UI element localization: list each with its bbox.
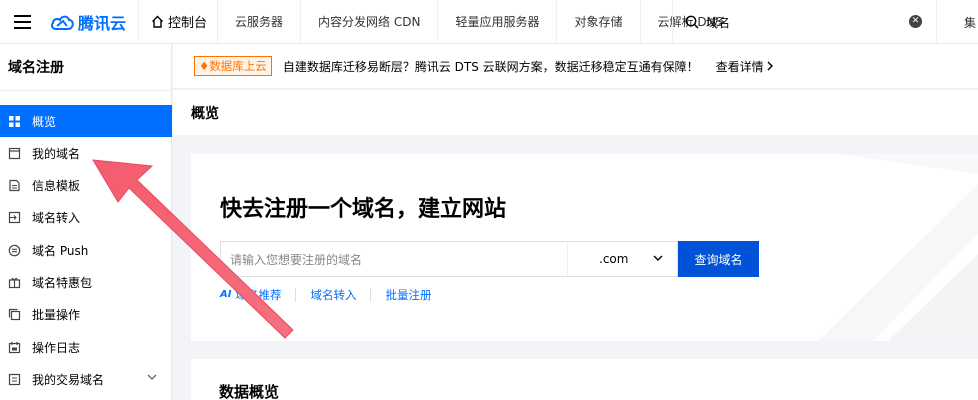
console-link[interactable]: 控制台 — [138, 0, 217, 44]
sidebar: 域名注册 概览 我的域名 信息模板 域名转入 域名 Push 域名特惠包 批量操… — [0, 44, 172, 400]
chevron-down-icon — [653, 255, 663, 261]
tld-value: .com — [599, 252, 629, 266]
sidebar-item-label: 我的交易域名 — [32, 372, 105, 387]
sidebar-title: 域名注册 — [0, 44, 171, 91]
sidebar-item-label: 我的域名 — [32, 146, 81, 161]
grid-icon — [9, 115, 20, 127]
link-label: 域名推荐 — [235, 288, 282, 302]
page-title: 概览 — [173, 90, 978, 135]
register-card: 快去注册一个域名，建立网站 请输入您想要注册的域名 .com 查询域名 AI 域… — [191, 154, 978, 341]
stats-card: 数据概览 — [191, 359, 978, 400]
sidebar-item-label: 域名特惠包 — [32, 275, 93, 290]
sidebar-item-label: 批量操作 — [32, 307, 81, 322]
transfer-icon — [8, 211, 21, 223]
search-icon — [685, 15, 699, 29]
clear-search-icon[interactable]: ✕ — [909, 15, 922, 28]
sidebar-item-label: 信息模板 — [32, 178, 81, 193]
domain-recommend-link[interactable]: AI 域名推荐 — [220, 288, 295, 302]
trade-icon — [8, 373, 21, 385]
card-decoration — [818, 154, 978, 341]
nav-item-cdn[interactable]: 内容分发网络 CDN — [300, 0, 437, 44]
cloud-logo-icon — [51, 15, 74, 30]
menu-icon[interactable] — [0, 0, 44, 44]
sidebar-item-label: 概览 — [32, 114, 57, 129]
ai-icon: AI — [220, 289, 232, 300]
batch-register-link[interactable]: 批量注册 — [370, 288, 445, 302]
chevron-down-icon[interactable] — [147, 374, 157, 381]
stats-title: 数据概览 — [219, 383, 280, 400]
domain-transfer-link[interactable]: 域名转入 — [295, 288, 370, 302]
search-input[interactable] — [706, 15, 896, 29]
sidebar-item-batch-operation[interactable]: 批量操作 — [0, 298, 172, 330]
sidebar-item-domain-push[interactable]: 域名 Push — [0, 234, 172, 266]
domain-search-input[interactable]: 请输入您想要注册的域名 — [220, 241, 567, 277]
window-icon — [8, 147, 21, 159]
sidebar-item-label: 操作日志 — [32, 340, 81, 355]
top-search: ✕ — [672, 0, 936, 44]
sidebar-item-operation-log[interactable]: 操作日志 — [0, 331, 172, 363]
gift-icon — [8, 277, 21, 288]
notice-details-link[interactable]: 查看详情 — [716, 58, 775, 75]
register-title: 快去注册一个域名，建立网站 — [220, 197, 507, 222]
calendar-icon — [8, 341, 21, 353]
notice-bar: ♦数据库上云 自建数据库迁移易断层？腾讯云 DTS 云联网方案，数据迁移稳定互通… — [173, 44, 978, 89]
top-navigation-bar: 腾讯云 控制台 云服务器 内容分发网络 CDN 轻量应用服务器 对象存储 云解析… — [0, 0, 978, 44]
fire-icon: ♦ — [199, 59, 210, 73]
sidebar-item-trade-domains[interactable]: 我的交易域名 — [0, 363, 172, 395]
nav-item-lighthouse[interactable]: 轻量应用服务器 — [437, 0, 556, 44]
sidebar-item-special-package[interactable]: 域名特惠包 — [0, 266, 172, 298]
notice-text: 自建数据库迁移易断层？腾讯云 DTS 云联网方案，数据迁移稳定互通有保障！ — [282, 59, 699, 74]
query-domain-button[interactable]: 查询域名 — [678, 241, 759, 277]
push-icon — [8, 244, 21, 256]
notice-tag: ♦数据库上云 — [194, 56, 272, 76]
sidebar-item-info-template[interactable]: 信息模板 — [0, 169, 172, 201]
tencent-cloud-logo[interactable]: 腾讯云 — [44, 0, 138, 44]
document-icon — [9, 179, 20, 191]
nav-item-cos[interactable]: 对象存储 — [556, 0, 639, 44]
sidebar-item-my-domains[interactable]: 我的域名 — [0, 137, 172, 169]
copy-icon — [8, 308, 21, 320]
home-icon — [152, 15, 164, 28]
top-right-item[interactable]: 集 — [936, 0, 976, 44]
logo-text: 腾讯云 — [78, 13, 127, 33]
notice-tag-label: 数据库上云 — [209, 59, 267, 73]
chevron-right-icon — [767, 61, 774, 70]
sidebar-item-label: 域名转入 — [32, 210, 81, 225]
nav-item-cvm[interactable]: 云服务器 — [217, 0, 300, 44]
console-label: 控制台 — [168, 16, 208, 31]
sidebar-item-overview[interactable]: 概览 — [0, 105, 172, 137]
sidebar-item-domain-transfer[interactable]: 域名转入 — [0, 201, 172, 233]
register-links: AI 域名推荐 域名转入 批量注册 — [220, 288, 445, 302]
tld-select[interactable]: .com — [567, 241, 678, 277]
notice-link-label: 查看详情 — [715, 59, 764, 74]
sidebar-item-label: 域名 Push — [32, 243, 89, 258]
